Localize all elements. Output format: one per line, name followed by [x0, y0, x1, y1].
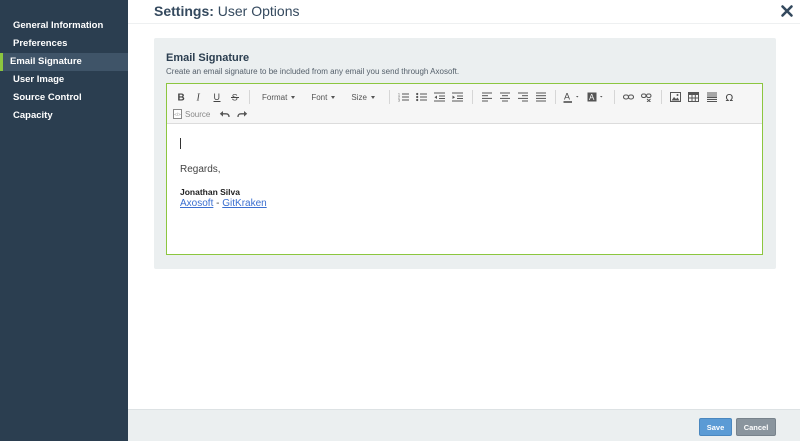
toolbar-row-2: </> Source [173, 106, 252, 122]
sidebar-item-email-signature[interactable]: Email Signature [0, 53, 128, 71]
svg-text:A: A [564, 92, 570, 102]
format-dropdown[interactable]: Format [256, 89, 301, 105]
horizontal-line-icon[interactable] [704, 89, 720, 105]
rich-text-editor: B I U S Format Font Size 123 A A Ω </> S… [166, 83, 763, 255]
underline-button[interactable]: U [209, 89, 225, 105]
signature-links: Axosoft - GitKraken [180, 198, 267, 209]
page-title-rest: User Options [213, 3, 300, 19]
page-title: Settings: User Options [154, 3, 299, 19]
undo-icon[interactable] [216, 106, 232, 122]
close-icon[interactable] [780, 4, 794, 18]
sidebar-item-user-image[interactable]: User Image [0, 71, 128, 89]
toolbar-separator [554, 90, 556, 104]
format-dropdown-label: Format [262, 92, 288, 102]
align-left-icon[interactable] [479, 89, 495, 105]
link-icon[interactable] [621, 89, 637, 105]
indent-icon[interactable] [450, 89, 466, 105]
chevron-down-icon [291, 95, 296, 99]
content: Email Signature Create an email signatur… [128, 24, 800, 409]
chevron-down-icon [370, 95, 375, 99]
bulleted-list-icon[interactable] [414, 89, 430, 105]
main-area: Settings: User Options Email Signature C… [128, 0, 800, 441]
chevron-down-icon [331, 95, 336, 99]
redo-icon[interactable] [234, 106, 250, 122]
source-icon: </> [173, 109, 182, 119]
email-signature-panel: Email Signature Create an email signatur… [154, 38, 776, 269]
footer: Save Cancel [128, 409, 800, 441]
text-color-icon[interactable]: A [562, 89, 584, 105]
gitkraken-link[interactable]: GitKraken [222, 198, 266, 209]
signature-separator: - [213, 198, 223, 209]
svg-text:</>: </> [174, 112, 181, 117]
sidebar-item-general-information[interactable]: General Information [0, 17, 128, 35]
panel-description: Create an email signature to be included… [166, 67, 460, 76]
source-button[interactable]: </> Source [173, 106, 210, 122]
sidebar: General Information Preferences Email Si… [0, 0, 128, 441]
align-center-icon[interactable] [497, 89, 513, 105]
cancel-button[interactable]: Cancel [736, 418, 776, 436]
toolbar-separator [660, 90, 662, 104]
size-dropdown-label: Size [351, 92, 367, 102]
toolbar-separator [613, 90, 615, 104]
signature-regards: Regards, [180, 164, 221, 175]
numbered-list-icon[interactable]: 123 [396, 89, 412, 105]
svg-text:3: 3 [398, 99, 400, 103]
toolbar-separator [388, 90, 390, 104]
size-dropdown[interactable]: Size [345, 89, 381, 105]
font-dropdown[interactable]: Font [305, 89, 341, 105]
sidebar-item-capacity[interactable]: Capacity [0, 107, 128, 125]
align-justify-icon[interactable] [533, 89, 549, 105]
axosoft-link[interactable]: Axosoft [180, 198, 213, 209]
svg-text:I: I [196, 93, 201, 103]
save-button[interactable]: Save [699, 418, 732, 436]
panel-title: Email Signature [166, 52, 250, 64]
align-right-icon[interactable] [515, 89, 531, 105]
sidebar-item-source-control[interactable]: Source Control [0, 89, 128, 107]
table-icon[interactable] [686, 89, 702, 105]
text-cursor [180, 138, 181, 149]
strikethrough-button[interactable]: S [227, 89, 243, 105]
signature-edit-area[interactable]: Regards, Jonathan Silva Axosoft - GitKra… [167, 124, 762, 253]
background-color-icon[interactable]: A [586, 89, 608, 105]
toolbar-separator [249, 90, 250, 104]
sidebar-item-preferences[interactable]: Preferences [0, 35, 128, 53]
image-icon[interactable] [668, 89, 684, 105]
source-button-label: Source [185, 109, 211, 119]
toolbar-row-1: B I U S Format Font Size 123 A A Ω [173, 89, 740, 105]
svg-text:B: B [178, 93, 185, 103]
bold-button[interactable]: B [173, 89, 189, 105]
italic-button[interactable]: I [191, 89, 207, 105]
header: Settings: User Options [128, 0, 800, 24]
svg-text:A: A [589, 93, 595, 102]
signature-name: Jonathan Silva [180, 187, 240, 197]
outdent-icon[interactable] [432, 89, 448, 105]
toolbar-separator [471, 90, 473, 104]
unlink-icon[interactable] [639, 89, 655, 105]
editor-toolbar: B I U S Format Font Size 123 A A Ω </> S… [167, 84, 762, 124]
page-title-bold: Settings: [154, 3, 214, 19]
svg-text:Ω: Ω [725, 93, 733, 102]
font-dropdown-label: Font [311, 92, 328, 102]
svg-text:U: U [214, 92, 221, 102]
special-character-icon[interactable]: Ω [722, 89, 738, 105]
